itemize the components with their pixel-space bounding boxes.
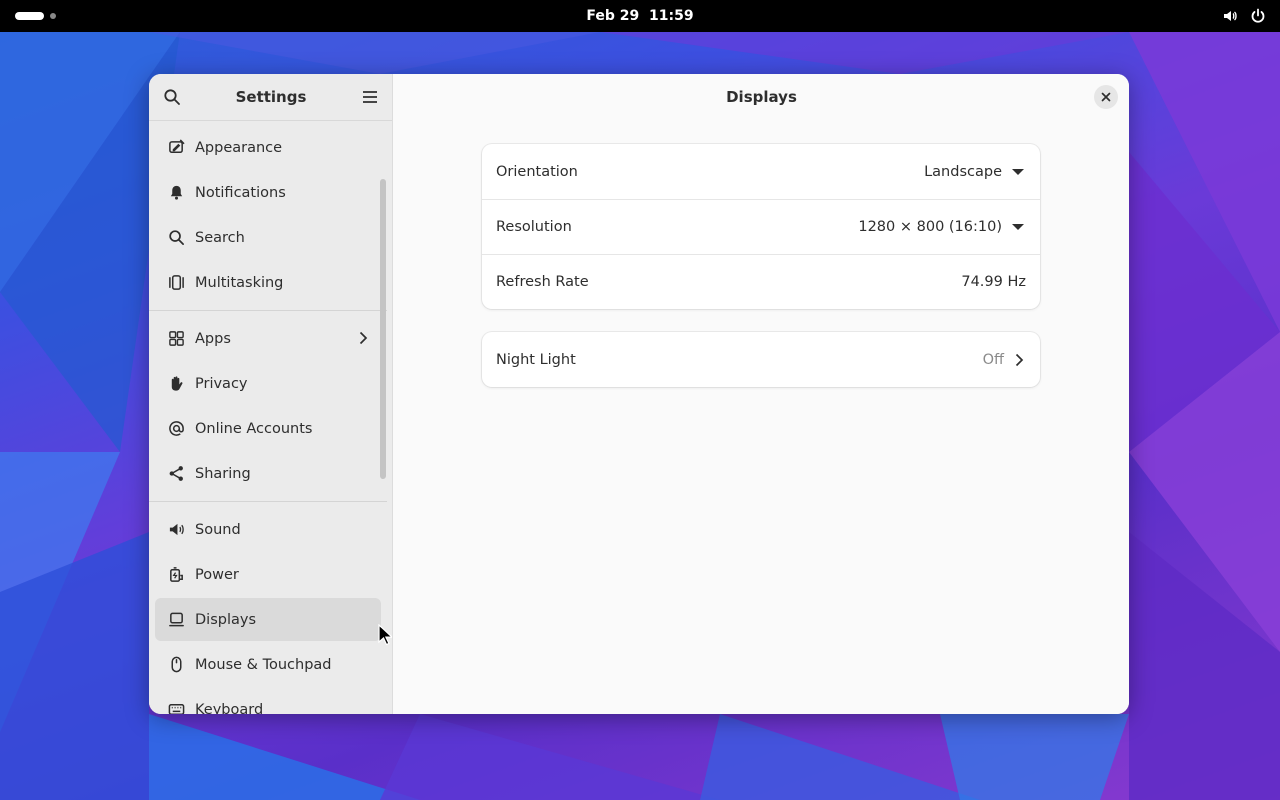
chevron-right-icon — [1015, 353, 1024, 366]
sidebar: Settings Appearance Notifications Search… — [149, 74, 393, 714]
night-light-card: Night Light Off — [482, 332, 1040, 387]
orientation-row[interactable]: Orientation Landscape — [482, 144, 1040, 199]
sidebar-item-search[interactable]: Search — [155, 216, 381, 259]
volume-icon — [1224, 11, 1237, 21]
dropdown-arrow-icon — [1012, 224, 1024, 230]
mouse-pointer-icon — [378, 624, 392, 646]
sidebar-item-label: Appearance — [195, 139, 283, 156]
sidebar-item-displays[interactable]: Displays — [155, 598, 381, 641]
chevron-right-icon — [359, 331, 368, 345]
night-light-status: Off — [983, 352, 1026, 368]
night-light-value: Off — [982, 351, 1004, 368]
sidebar-item-label: Keyboard — [195, 701, 264, 715]
sidebar-item-label: Sound — [195, 521, 241, 538]
sidebar-divider — [149, 310, 387, 311]
page-title: Displays — [726, 88, 797, 106]
sidebar-item-label: Multitasking — [195, 274, 284, 291]
sidebar-divider — [149, 501, 387, 502]
multitasking-icon — [167, 274, 185, 292]
sidebar-item-label: Online Accounts — [195, 420, 313, 437]
night-light-label: Night Light — [496, 351, 576, 368]
refresh-rate-row: Refresh Rate 74.99 Hz — [482, 254, 1040, 309]
clock-date: Feb 29 — [586, 8, 640, 24]
display-icon — [167, 611, 185, 629]
hamburger-menu-icon[interactable] — [361, 88, 379, 106]
sidebar-item-label: Search — [195, 229, 245, 246]
activities-indicator[interactable] — [15, 12, 56, 20]
sidebar-item-power[interactable]: Power — [155, 553, 381, 596]
resolution-value: 1280 × 800 (16:10) — [858, 219, 1002, 235]
workspace-inactive-indicator — [50, 13, 56, 19]
sidebar-item-privacy[interactable]: Privacy — [155, 362, 381, 405]
displays-panel: Displays Orientation Landscape Resolutio… — [394, 74, 1129, 714]
apps-grid-icon — [167, 330, 185, 348]
clock-button[interactable]: Feb 29 11:59 — [586, 8, 693, 24]
close-icon — [1101, 92, 1111, 102]
sidebar-scrollbar[interactable] — [380, 179, 386, 479]
appearance-icon — [167, 139, 185, 157]
share-icon — [167, 465, 185, 483]
keyboard-icon — [167, 701, 185, 714]
sidebar-item-label: Apps — [195, 330, 231, 347]
sidebar-item-keyboard[interactable]: Keyboard — [155, 688, 381, 714]
clock: Feb 29 11:59 — [0, 0, 1280, 32]
at-sign-icon — [167, 420, 185, 438]
orientation-dropdown[interactable]: Landscape — [924, 164, 1026, 180]
dropdown-arrow-icon — [1012, 168, 1024, 175]
power-plug-icon — [167, 566, 185, 584]
sidebar-item-apps[interactable]: Apps — [155, 317, 381, 360]
resolution-label: Resolution — [496, 219, 572, 235]
hand-icon — [167, 375, 185, 393]
resolution-row[interactable]: Resolution 1280 × 800 (16:10) — [482, 199, 1040, 254]
speaker-icon — [167, 521, 185, 539]
close-button[interactable] — [1094, 85, 1118, 109]
orientation-value: Landscape — [924, 163, 1002, 180]
sidebar-item-label: Notifications — [195, 184, 286, 201]
orientation-label: Orientation — [496, 163, 578, 180]
sidebar-title: Settings — [235, 88, 307, 106]
sidebar-item-label: Sharing — [195, 465, 251, 482]
sidebar-header: Settings — [149, 74, 392, 121]
sidebar-item-label: Power — [195, 566, 239, 583]
power-icon — [1251, 8, 1265, 23]
sidebar-item-multitasking[interactable]: Multitasking — [155, 261, 381, 304]
sidebar-item-appearance[interactable]: Appearance — [155, 126, 381, 169]
sidebar-item-online-accounts[interactable]: Online Accounts — [155, 407, 381, 450]
sidebar-item-label: Privacy — [195, 375, 248, 392]
night-light-row[interactable]: Night Light Off — [482, 332, 1040, 387]
resolution-dropdown[interactable]: 1280 × 800 (16:10) — [858, 219, 1026, 235]
search-icon — [167, 229, 185, 247]
sidebar-item-label: Mouse & Touchpad — [195, 656, 332, 673]
sidebar-item-label: Displays — [195, 611, 257, 628]
system-tray[interactable] — [1222, 8, 1266, 24]
refresh-rate-value: 74.99 Hz — [961, 274, 1026, 290]
bell-icon — [167, 184, 185, 202]
top-bar: Feb 29 11:59 — [0, 0, 1280, 32]
settings-window: Settings Appearance Notifications Search… — [149, 74, 1129, 714]
sidebar-item-sharing[interactable]: Sharing — [155, 452, 381, 495]
sidebar-item-mouse-touchpad[interactable]: Mouse & Touchpad — [155, 643, 381, 686]
workspace-active-indicator — [15, 12, 44, 20]
sidebar-item-notifications[interactable]: Notifications — [155, 171, 381, 214]
sidebar-list: Appearance Notifications Search Multitas… — [149, 126, 387, 714]
clock-time: 11:59 — [649, 8, 694, 24]
display-settings-card: Orientation Landscape Resolution 1280 × … — [482, 144, 1040, 309]
sidebar-item-sound[interactable]: Sound — [155, 508, 381, 551]
mouse-icon — [167, 656, 185, 674]
refresh-rate-label: Refresh Rate — [496, 274, 589, 290]
